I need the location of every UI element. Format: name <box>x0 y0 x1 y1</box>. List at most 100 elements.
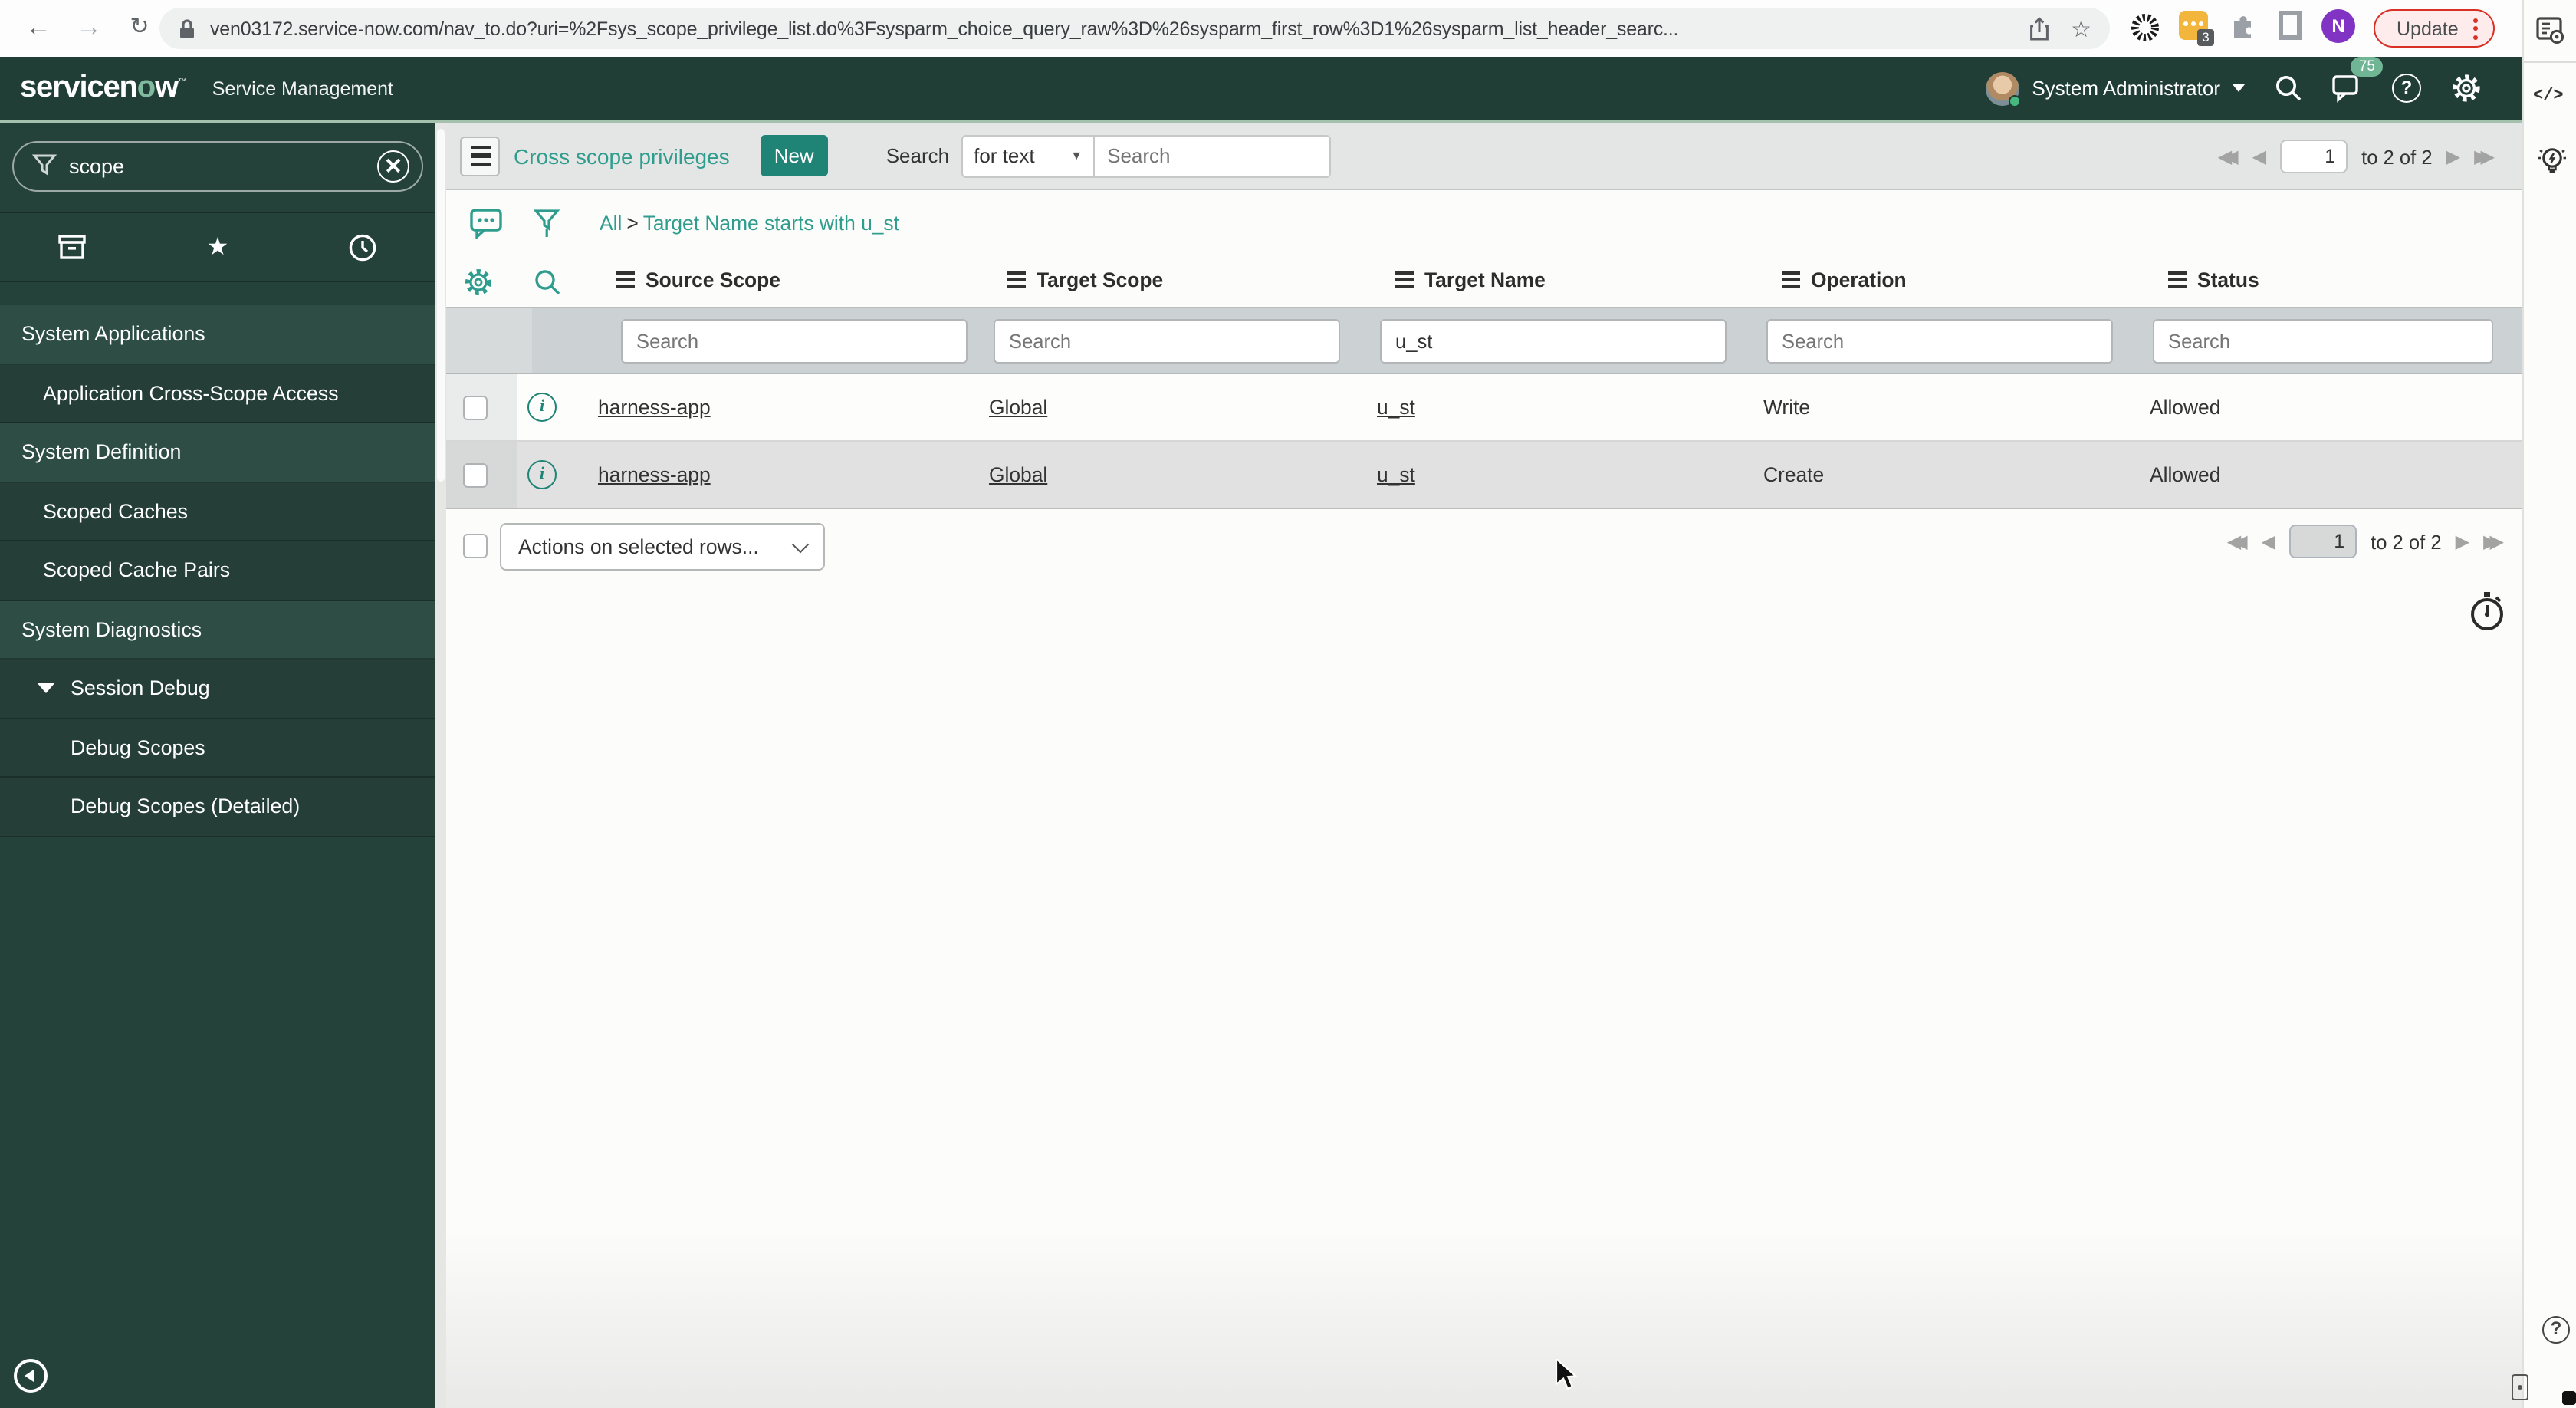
navigator-filter-input[interactable] <box>69 155 377 178</box>
sidebar-item-session-debug[interactable]: Session Debug <box>0 660 435 719</box>
search-target-scope-input[interactable] <box>994 319 1340 364</box>
column-header-operation[interactable]: Operation <box>1782 268 1907 291</box>
cell-target-name[interactable]: u_st <box>1377 463 1415 486</box>
extension-dots <box>2183 21 2203 26</box>
resize-handle-icon[interactable] <box>2512 1374 2528 1400</box>
help-button[interactable]: ? <box>2392 74 2421 103</box>
breadcrumb-all-link[interactable]: All <box>600 212 622 235</box>
actions-on-selected-rows-select[interactable]: Actions on selected rows... <box>500 523 825 571</box>
next-page-button[interactable]: ▶ <box>2446 146 2461 167</box>
side-panel-extension-icon[interactable] <box>2279 11 2302 40</box>
bookmark-star-icon[interactable]: ☆ <box>2071 15 2091 42</box>
column-header-status[interactable]: Status <box>2168 268 2259 291</box>
clear-filter-icon[interactable] <box>377 150 409 183</box>
scrollbar-thumb[interactable] <box>437 129 445 482</box>
loading-extension-icon[interactable] <box>2130 12 2160 43</box>
select-all-checkbox[interactable] <box>463 534 488 558</box>
browser-back-button[interactable]: ← <box>17 6 60 49</box>
last-page-button[interactable]: ▶▶ <box>2474 146 2495 167</box>
first-page-button[interactable]: ◀◀ <box>2227 531 2248 552</box>
next-page-button[interactable]: ▶ <box>2456 531 2470 552</box>
list-title[interactable]: Cross scope privileges <box>514 143 730 168</box>
cell-source-scope[interactable]: harness-app <box>598 463 711 486</box>
last-page-button[interactable]: ▶▶ <box>2483 531 2504 552</box>
page-number-input[interactable] <box>2289 525 2358 558</box>
url-text: ven03172.service-now.com/nav_to.do?uri=%… <box>210 18 1679 39</box>
column-menu-icon[interactable] <box>1782 271 1800 288</box>
list-search-input[interactable] <box>1095 134 1332 177</box>
presence-dot <box>2009 94 2022 107</box>
browser-profile-avatar[interactable]: N <box>2321 9 2355 43</box>
column-menu-icon[interactable] <box>616 271 635 288</box>
browser-forward-button[interactable]: → <box>67 6 110 49</box>
navigator-filter[interactable] <box>12 141 423 192</box>
tab-favorites[interactable]: ★ <box>145 232 290 262</box>
sidebar-item-scoped-cache-pairs[interactable]: Scoped Cache Pairs <box>0 541 435 600</box>
browser-menu-icon[interactable] <box>2473 18 2479 39</box>
navigator-scrollbar[interactable] <box>435 123 446 1408</box>
expanded-caret-icon <box>37 683 55 694</box>
cell-target-name[interactable]: u_st <box>1377 396 1415 419</box>
breadcrumb-filter-link[interactable]: Target Name starts with u_st <box>643 212 899 235</box>
tab-history[interactable] <box>291 232 435 262</box>
puzzle-extensions-icon[interactable] <box>2228 11 2257 40</box>
sidebar-item-scoped-caches[interactable]: Scoped Caches <box>0 482 435 541</box>
column-header-source-scope[interactable]: Source Scope <box>616 268 780 291</box>
filter-condition-icon[interactable] <box>534 208 560 239</box>
previous-page-button[interactable]: ◀ <box>2262 531 2276 552</box>
reading-list-panel-icon[interactable] <box>2536 17 2567 46</box>
page-number-input[interactable] <box>2280 140 2348 173</box>
page-help-icon[interactable]: ? <box>2542 1316 2570 1344</box>
search-type-select[interactable]: for text ▼ <box>961 134 1096 177</box>
conversations-button[interactable]: 75 <box>2332 57 2383 103</box>
column-header-target-name[interactable]: Target Name <box>1395 268 1546 291</box>
sidebar-item-application-cross-scope-access[interactable]: Application Cross-Scope Access <box>0 364 435 423</box>
cell-target-scope[interactable]: Global <box>989 396 1047 419</box>
global-search-icon[interactable] <box>2274 74 2303 103</box>
user-menu[interactable]: System Administrator <box>1986 71 2245 107</box>
insight-lightbulb-icon[interactable] <box>2536 144 2568 179</box>
sidebar-item-debug-scopes-detailed[interactable]: Debug Scopes (Detailed) <box>0 778 435 837</box>
pagination-top: ◀◀ ◀ to 2 of 2 ▶ ▶▶ <box>2218 140 2495 173</box>
search-target-name-input[interactable] <box>1380 319 1727 364</box>
navigator-tabs: ★ <box>0 212 435 282</box>
column-header-target-scope[interactable]: Target Scope <box>1007 268 1163 291</box>
table-header-row: Source Scope Target Scope Target Name Op… <box>446 256 2522 307</box>
row-checkbox[interactable] <box>463 396 488 420</box>
browser-reload-button[interactable]: ↻ <box>118 6 161 49</box>
browser-update-button[interactable]: Update <box>2374 9 2496 48</box>
tab-all-applications[interactable] <box>0 233 145 261</box>
column-menu-icon[interactable] <box>2168 271 2187 288</box>
extension-icon-yellow[interactable]: 3 <box>2179 11 2214 46</box>
sidebar-item-system-definition[interactable]: System Definition <box>0 423 435 482</box>
list-personalize-gear-icon[interactable] <box>463 267 494 298</box>
search-operation-input[interactable] <box>1766 319 2113 364</box>
row-checkbox[interactable] <box>463 463 488 488</box>
record-info-icon[interactable]: i <box>527 393 557 422</box>
code-panel-icon[interactable]: </> <box>2533 87 2564 106</box>
list-comments-icon[interactable] <box>469 207 504 239</box>
column-menu-icon[interactable] <box>1007 271 1026 288</box>
search-source-scope-input[interactable] <box>621 319 968 364</box>
first-page-button[interactable]: ◀◀ <box>2218 146 2239 167</box>
favorites-star-icon: ★ <box>206 235 229 261</box>
sidebar-item-system-diagnostics[interactable]: System Diagnostics <box>0 600 435 660</box>
chevron-down-icon <box>791 535 810 553</box>
cell-target-scope[interactable]: Global <box>989 463 1047 486</box>
search-status-input[interactable] <box>2153 319 2493 364</box>
settings-gear-icon[interactable] <box>2450 72 2482 104</box>
list-context-menu-button[interactable] <box>460 136 500 176</box>
response-time-stopwatch-icon[interactable] <box>2467 591 2507 632</box>
column-search-toggle-icon[interactable] <box>534 268 561 296</box>
previous-page-button[interactable]: ◀ <box>2252 146 2267 167</box>
cell-source-scope[interactable]: harness-app <box>598 396 711 419</box>
column-menu-icon[interactable] <box>1395 271 1414 288</box>
right-edge-panel: </> ? <box>2522 0 2576 1408</box>
record-info-icon[interactable]: i <box>527 460 557 489</box>
new-button[interactable]: New <box>760 135 828 176</box>
collapse-navigator-button[interactable] <box>14 1359 48 1393</box>
sidebar-item-system-applications[interactable]: System Applications <box>0 305 435 364</box>
share-icon[interactable] <box>2028 16 2049 41</box>
browser-address-bar[interactable]: ven03172.service-now.com/nav_to.do?uri=%… <box>159 8 2110 49</box>
sidebar-item-debug-scopes[interactable]: Debug Scopes <box>0 719 435 778</box>
